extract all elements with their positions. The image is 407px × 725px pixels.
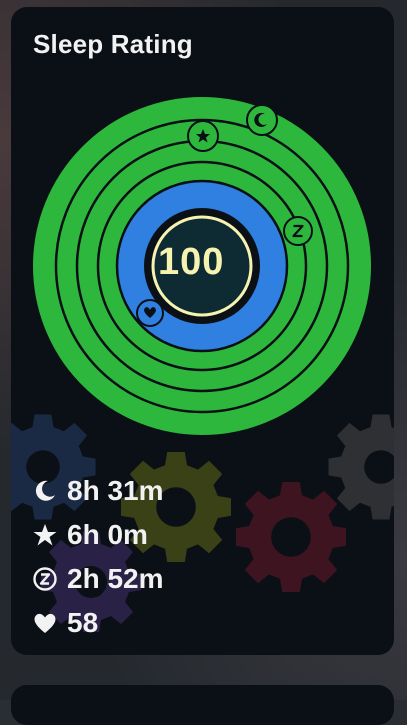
heart-icon [136, 299, 164, 327]
stat-quality-sleep: 6h 0m [31, 513, 164, 557]
heart-icon [31, 609, 59, 637]
sleep-score: 100 [158, 241, 225, 283]
star-icon [187, 120, 219, 152]
moon-icon [31, 477, 59, 505]
star-icon [31, 521, 59, 549]
sleep-rating-card[interactable]: Sleep Rating 100 8h 31m 6h 0m 2h 52m 58 [11, 7, 394, 655]
stats-list: 8h 31m 6h 0m 2h 52m 58 [31, 469, 164, 645]
z-icon [283, 216, 313, 246]
stat-time-asleep: 8h 31m [31, 469, 164, 513]
z-circle-icon [31, 565, 59, 593]
stat-value: 6h 0m [67, 519, 148, 550]
stat-deep-sleep: 2h 52m [31, 557, 164, 601]
next-card-peek[interactable] [11, 685, 394, 725]
moon-icon [246, 104, 278, 136]
stat-value: 8h 31m [67, 475, 164, 506]
stat-heart-rate: 58 [31, 601, 164, 645]
stat-value: 58 [67, 607, 99, 638]
stat-value: 2h 52m [67, 563, 164, 594]
